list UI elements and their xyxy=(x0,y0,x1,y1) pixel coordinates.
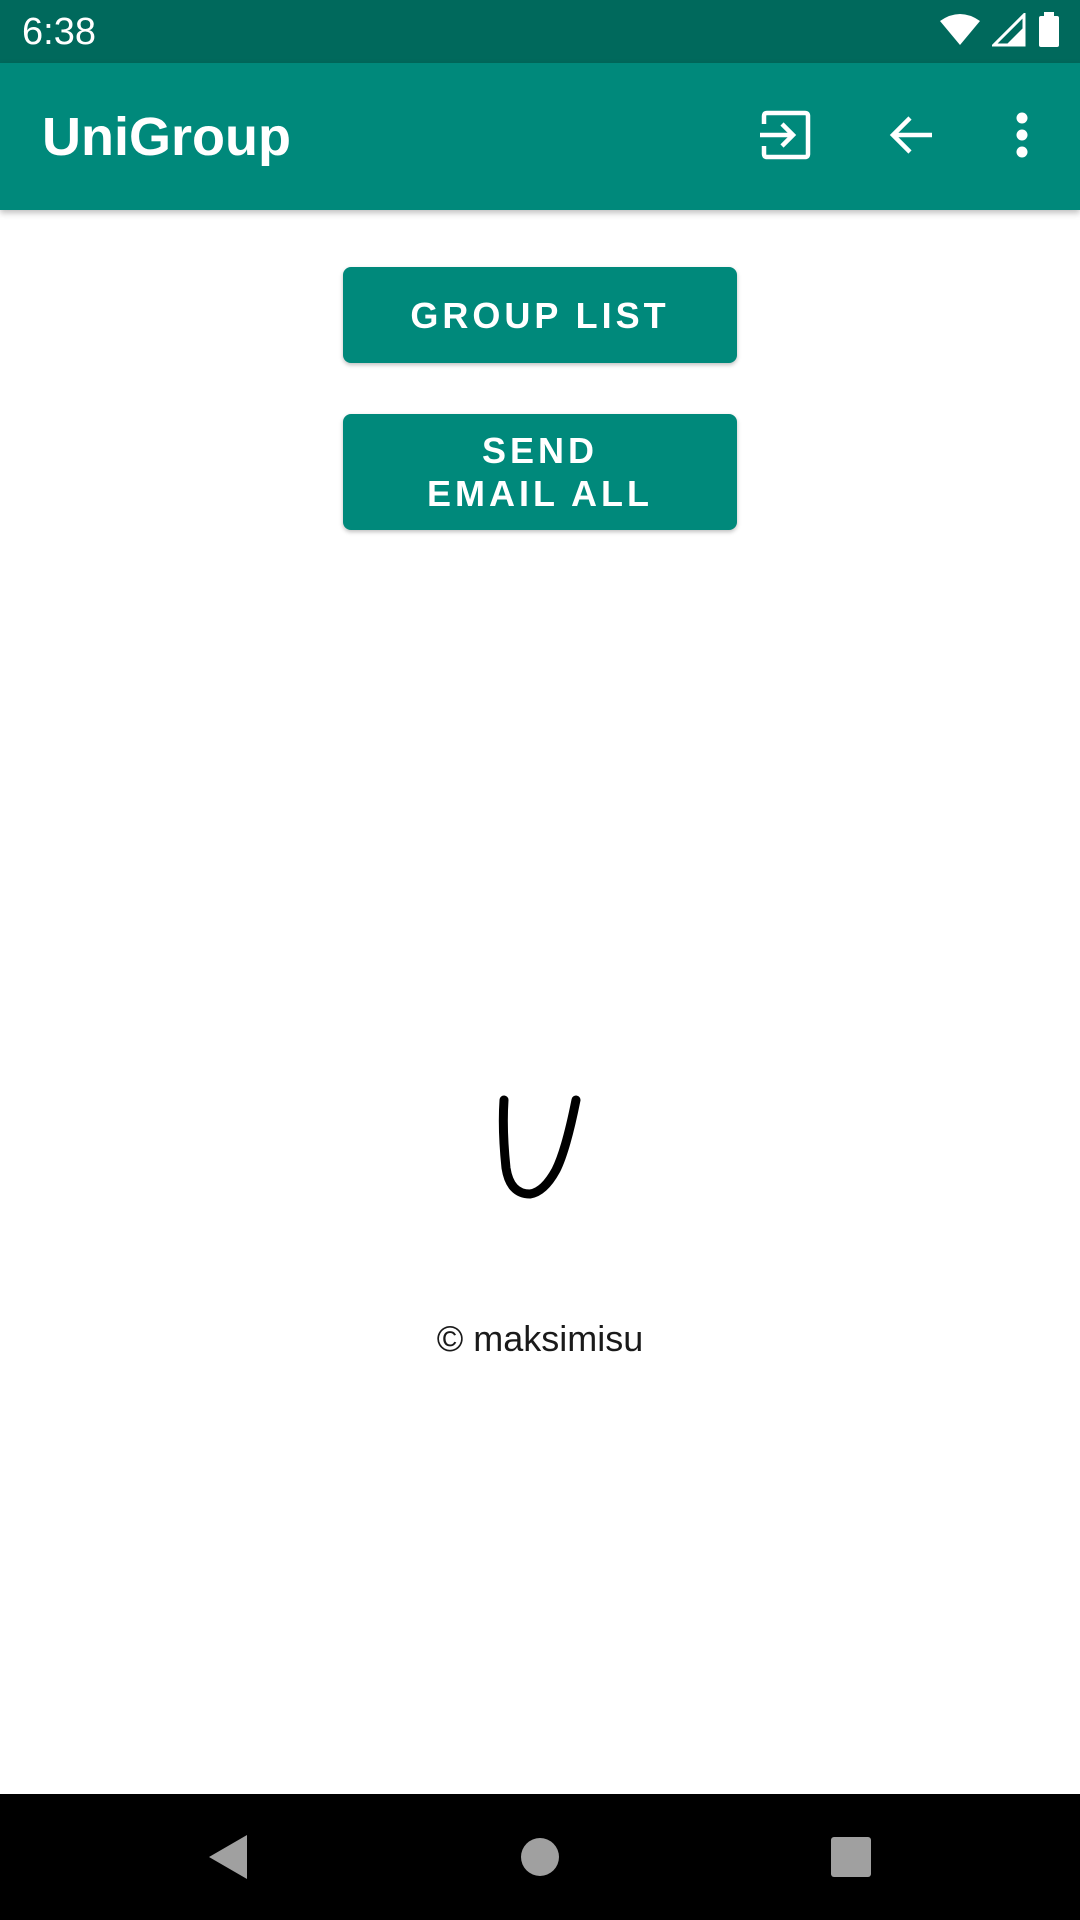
send-email-all-label: SEND EMAIL ALL xyxy=(427,430,653,514)
app-logo xyxy=(492,1090,592,1200)
cell-signal-icon xyxy=(990,10,1026,52)
app-title: UniGroup xyxy=(42,107,291,167)
status-time: 6:38 xyxy=(22,11,96,53)
login-icon xyxy=(758,110,812,165)
wifi-icon xyxy=(940,13,980,52)
back-arrow-button[interactable] xyxy=(869,95,953,179)
status-icons xyxy=(940,10,1060,53)
back-triangle-icon xyxy=(205,1833,249,1886)
recents-square-icon xyxy=(830,1836,872,1883)
battery-icon xyxy=(1038,11,1060,53)
nav-home-button[interactable] xyxy=(495,1814,585,1904)
group-list-button[interactable]: GROUP LIST xyxy=(343,267,737,363)
navigation-bar xyxy=(0,1794,1080,1920)
login-button[interactable] xyxy=(743,95,827,179)
copyright-text: © maksimisu xyxy=(436,1318,644,1359)
arrow-back-icon xyxy=(888,114,934,161)
home-circle-icon xyxy=(519,1836,561,1883)
send-email-all-button[interactable]: SEND EMAIL ALL xyxy=(343,414,737,530)
overflow-menu-button[interactable] xyxy=(980,95,1064,179)
nav-back-button[interactable] xyxy=(182,1814,272,1904)
more-vert-icon xyxy=(1015,112,1029,163)
app-bar: UniGroup xyxy=(0,63,1080,210)
nav-recents-button[interactable] xyxy=(806,1814,896,1904)
status-bar: 6:38 xyxy=(0,0,1080,63)
